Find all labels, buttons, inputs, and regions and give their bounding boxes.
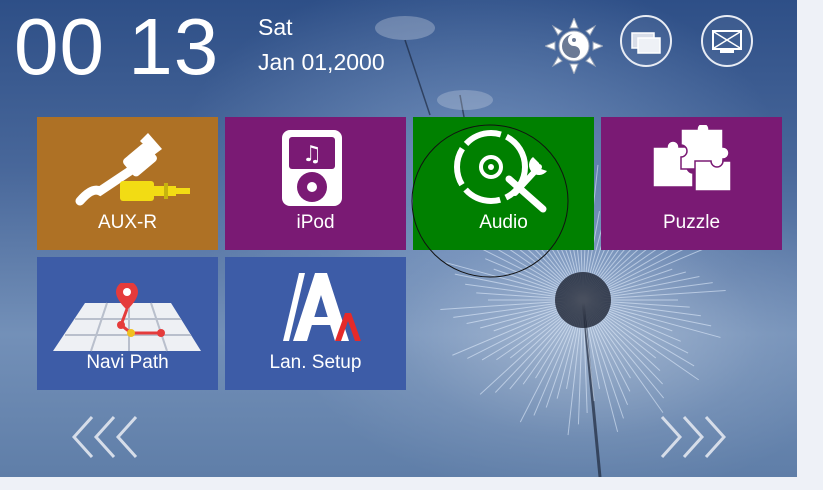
tile-label: Lan. Setup — [269, 352, 362, 373]
date-text: Jan 01,2000 — [258, 49, 385, 75]
svg-text:♫: ♫ — [302, 142, 322, 167]
tile-ipod[interactable]: ♫ iPod — [225, 117, 406, 250]
tile-lan-setup[interactable]: Lan. Setup — [225, 257, 406, 390]
touch-indicator — [411, 124, 569, 278]
tile-navi-path[interactable]: Navi Path — [37, 257, 218, 390]
window-switch-icon[interactable] — [619, 14, 673, 68]
screen-off-icon[interactable] — [700, 14, 754, 68]
puzzle-icon — [652, 125, 732, 192]
ipod-icon: ♫ — [282, 130, 342, 206]
aux-cable-icon — [75, 133, 190, 206]
clock: 00 13 — [14, 4, 219, 90]
home-screen: 00 13 Sat Jan 01,2000 AUX-R ♫ iPod Audio… — [0, 0, 797, 477]
clock-minutes: 13 — [128, 2, 220, 91]
tile-label: iPod — [296, 212, 335, 233]
tile-label: AUX-R — [97, 212, 158, 233]
tile-label: Puzzle — [662, 212, 721, 233]
brightness-icon[interactable] — [545, 18, 603, 74]
day-of-week: Sat — [258, 14, 293, 40]
tile-puzzle[interactable]: Puzzle — [601, 117, 782, 250]
tile-label: Navi Path — [86, 352, 169, 373]
language-icon — [283, 273, 361, 341]
clock-hours: 00 — [14, 2, 105, 91]
map-pin-icon — [53, 283, 201, 352]
tile-aux-r[interactable]: AUX-R — [37, 117, 218, 250]
triple-chevron-right-icon[interactable] — [654, 415, 726, 459]
triple-chevron-left-icon[interactable] — [72, 415, 144, 459]
